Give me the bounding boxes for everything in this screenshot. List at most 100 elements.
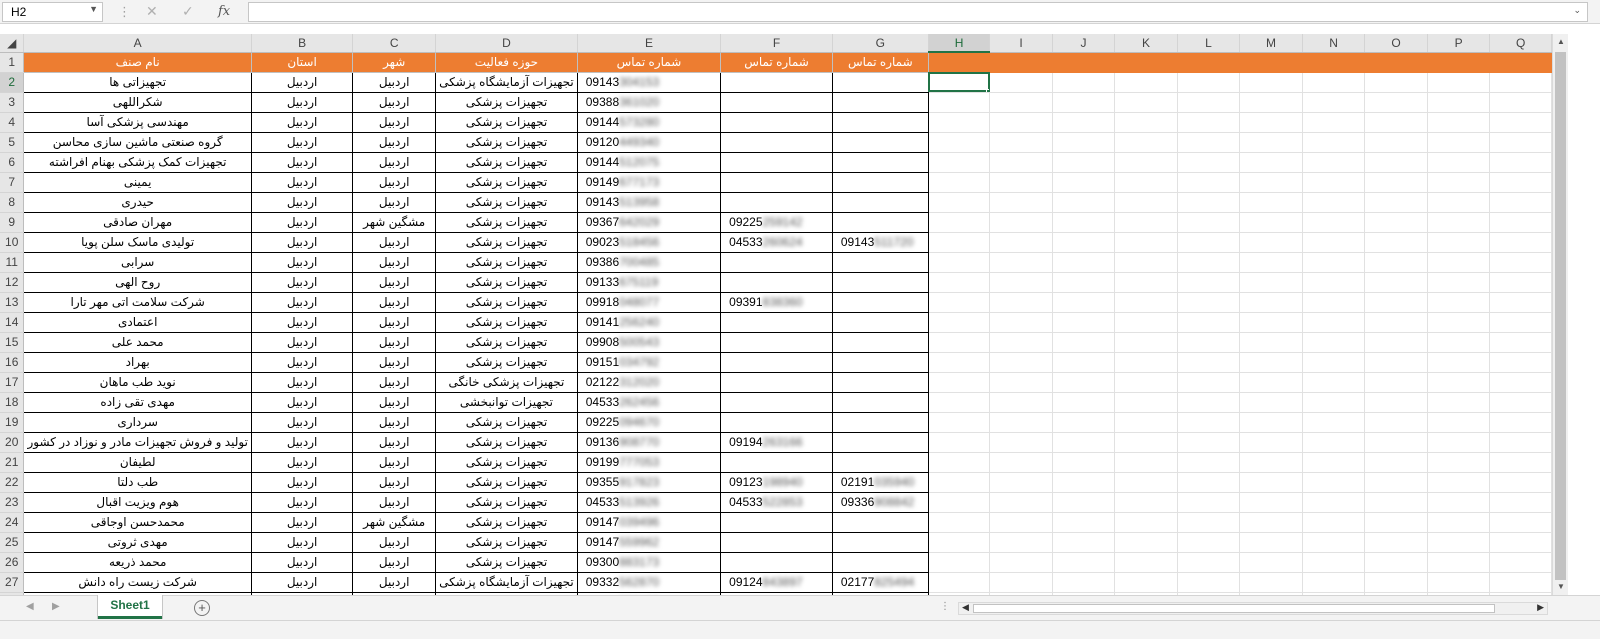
row-header[interactable]: 10 bbox=[0, 232, 25, 253]
cell-phone[interactable]: 09391838360 bbox=[720, 291, 833, 313]
cell-province[interactable]: اردبیل bbox=[250, 171, 354, 193]
empty-cell[interactable] bbox=[1239, 132, 1303, 153]
row-header[interactable]: 5 bbox=[0, 132, 25, 153]
empty-cell[interactable] bbox=[989, 352, 1053, 373]
empty-cell[interactable] bbox=[989, 372, 1053, 393]
empty-cell[interactable] bbox=[1239, 172, 1303, 193]
empty-cell[interactable] bbox=[1177, 532, 1241, 553]
empty-cell[interactable] bbox=[1489, 272, 1552, 293]
empty-cell[interactable] bbox=[1177, 92, 1241, 113]
tab-split-handle-icon[interactable]: ⋮ bbox=[940, 601, 950, 612]
column-header-f[interactable]: F bbox=[720, 34, 833, 53]
cell-activity[interactable]: تجهیزات آزمایشگاه پزشکی bbox=[435, 571, 578, 593]
column-header-d[interactable]: D bbox=[435, 34, 578, 53]
column-header-h[interactable]: H bbox=[928, 34, 991, 53]
cell-phone[interactable]: 09120449340 bbox=[576, 131, 722, 153]
empty-cell[interactable] bbox=[1052, 152, 1116, 173]
cell-phone[interactable]: 09332562870 bbox=[576, 571, 722, 593]
cell-phone[interactable]: 09023518456 bbox=[576, 231, 722, 253]
empty-cell[interactable] bbox=[989, 252, 1053, 273]
empty-cell[interactable] bbox=[1489, 92, 1552, 113]
cell-activity[interactable]: تجهیزات پزشکی bbox=[435, 511, 578, 533]
cell-name[interactable]: نوید طب ماهان bbox=[23, 371, 252, 393]
empty-cell[interactable] bbox=[1364, 292, 1428, 313]
row-header[interactable]: 27 bbox=[0, 572, 25, 593]
cell-activity[interactable]: تجهیزات پزشکی bbox=[435, 491, 578, 513]
empty-cell[interactable] bbox=[1364, 472, 1428, 493]
cell-phone[interactable]: 09124843897 bbox=[720, 571, 833, 593]
cell-province[interactable]: اردبیل bbox=[250, 251, 354, 273]
cell-phone[interactable]: 09143513958 bbox=[576, 191, 722, 213]
row-header[interactable]: 6 bbox=[0, 152, 25, 173]
empty-cell[interactable] bbox=[1489, 212, 1552, 233]
empty-cell[interactable] bbox=[1239, 392, 1303, 413]
cell-phone[interactable] bbox=[831, 551, 929, 573]
cell-name[interactable]: تولید و فروش تجهیزات مادر و نوزاد در کشو… bbox=[23, 431, 252, 453]
cell-activity[interactable]: تجهیزات پزشکی bbox=[435, 431, 578, 453]
empty-cell[interactable] bbox=[1114, 572, 1178, 593]
empty-cell[interactable] bbox=[1364, 232, 1428, 253]
cell-province[interactable]: اردبیل bbox=[250, 551, 354, 573]
cell-phone[interactable] bbox=[720, 271, 833, 293]
empty-cell[interactable] bbox=[1302, 312, 1366, 333]
empty-cell[interactable] bbox=[1364, 172, 1428, 193]
header-cell-empty[interactable] bbox=[1114, 52, 1178, 73]
next-sheet-icon[interactable]: ▶ bbox=[52, 601, 60, 612]
empty-cell[interactable] bbox=[1302, 492, 1366, 513]
cell-phone[interactable]: 09367642029 bbox=[576, 211, 722, 233]
cell-phone[interactable] bbox=[720, 391, 833, 413]
cell-phone[interactable]: 02122312020 bbox=[576, 371, 722, 393]
empty-cell[interactable] bbox=[1364, 332, 1428, 353]
header-cell-empty[interactable] bbox=[1427, 52, 1491, 73]
empty-cell[interactable] bbox=[1239, 312, 1303, 333]
header-cell-a[interactable]: نام صنف bbox=[23, 51, 252, 73]
row-header[interactable]: 14 bbox=[0, 312, 25, 333]
empty-cell[interactable] bbox=[1114, 292, 1178, 313]
cell-city[interactable]: اردبیل bbox=[352, 291, 437, 313]
cell-name[interactable]: شکراللهی bbox=[23, 91, 252, 113]
empty-cell[interactable] bbox=[1114, 232, 1178, 253]
cell-name[interactable]: بهراد bbox=[23, 351, 252, 373]
empty-cell[interactable] bbox=[1239, 352, 1303, 373]
column-header-j[interactable]: J bbox=[1052, 34, 1116, 53]
empty-cell[interactable] bbox=[1177, 512, 1241, 533]
sheet-tab-sheet1[interactable]: Sheet1 bbox=[98, 595, 162, 619]
cell-phone[interactable] bbox=[720, 331, 833, 353]
cell-city[interactable]: مشگین شهر bbox=[352, 511, 437, 533]
empty-cell[interactable] bbox=[1239, 332, 1303, 353]
empty-cell[interactable] bbox=[928, 192, 991, 213]
cell-phone[interactable]: 04533262456 bbox=[576, 391, 722, 413]
empty-cell[interactable] bbox=[1239, 192, 1303, 213]
cell-activity[interactable]: تجهیزات پزشکی bbox=[435, 351, 578, 373]
cell-phone[interactable] bbox=[831, 431, 929, 453]
cell-name[interactable]: محمد علی bbox=[23, 331, 252, 353]
empty-cell[interactable] bbox=[1239, 432, 1303, 453]
empty-cell[interactable] bbox=[1239, 372, 1303, 393]
empty-cell[interactable] bbox=[1052, 452, 1116, 473]
empty-cell[interactable] bbox=[1239, 152, 1303, 173]
empty-cell[interactable] bbox=[1114, 512, 1178, 533]
empty-cell[interactable] bbox=[1364, 492, 1428, 513]
cell-name[interactable]: طب دلتا bbox=[23, 471, 252, 493]
cell-city[interactable]: اردبیل bbox=[352, 411, 437, 433]
empty-cell[interactable] bbox=[1239, 452, 1303, 473]
worksheet-grid[interactable]: ◢ A B C D E F G H I J K L M N O P Q 1 نام صنف استان شهر حوزه … bbox=[0, 34, 1552, 595]
cell-phone[interactable] bbox=[720, 131, 833, 153]
empty-cell[interactable] bbox=[1489, 372, 1552, 393]
cell-activity[interactable]: تجهیزات پزشکی bbox=[435, 271, 578, 293]
cell-name[interactable]: تجهیزاتی ها bbox=[23, 71, 252, 93]
empty-cell[interactable] bbox=[1427, 392, 1491, 413]
cell-phone[interactable]: 09136908770 bbox=[576, 431, 722, 453]
header-cell-c[interactable]: شهر bbox=[352, 51, 437, 73]
cell-city[interactable]: اردبیل bbox=[352, 91, 437, 113]
header-cell-f[interactable]: شماره تماس bbox=[720, 51, 833, 73]
empty-cell[interactable] bbox=[1052, 352, 1116, 373]
empty-cell[interactable] bbox=[1427, 252, 1491, 273]
empty-cell[interactable] bbox=[1114, 132, 1178, 153]
empty-cell[interactable] bbox=[1427, 552, 1491, 573]
empty-cell[interactable] bbox=[1427, 272, 1491, 293]
empty-cell[interactable] bbox=[989, 152, 1053, 173]
empty-cell[interactable] bbox=[1052, 512, 1116, 533]
empty-cell[interactable] bbox=[1364, 512, 1428, 533]
empty-cell[interactable] bbox=[1052, 272, 1116, 293]
